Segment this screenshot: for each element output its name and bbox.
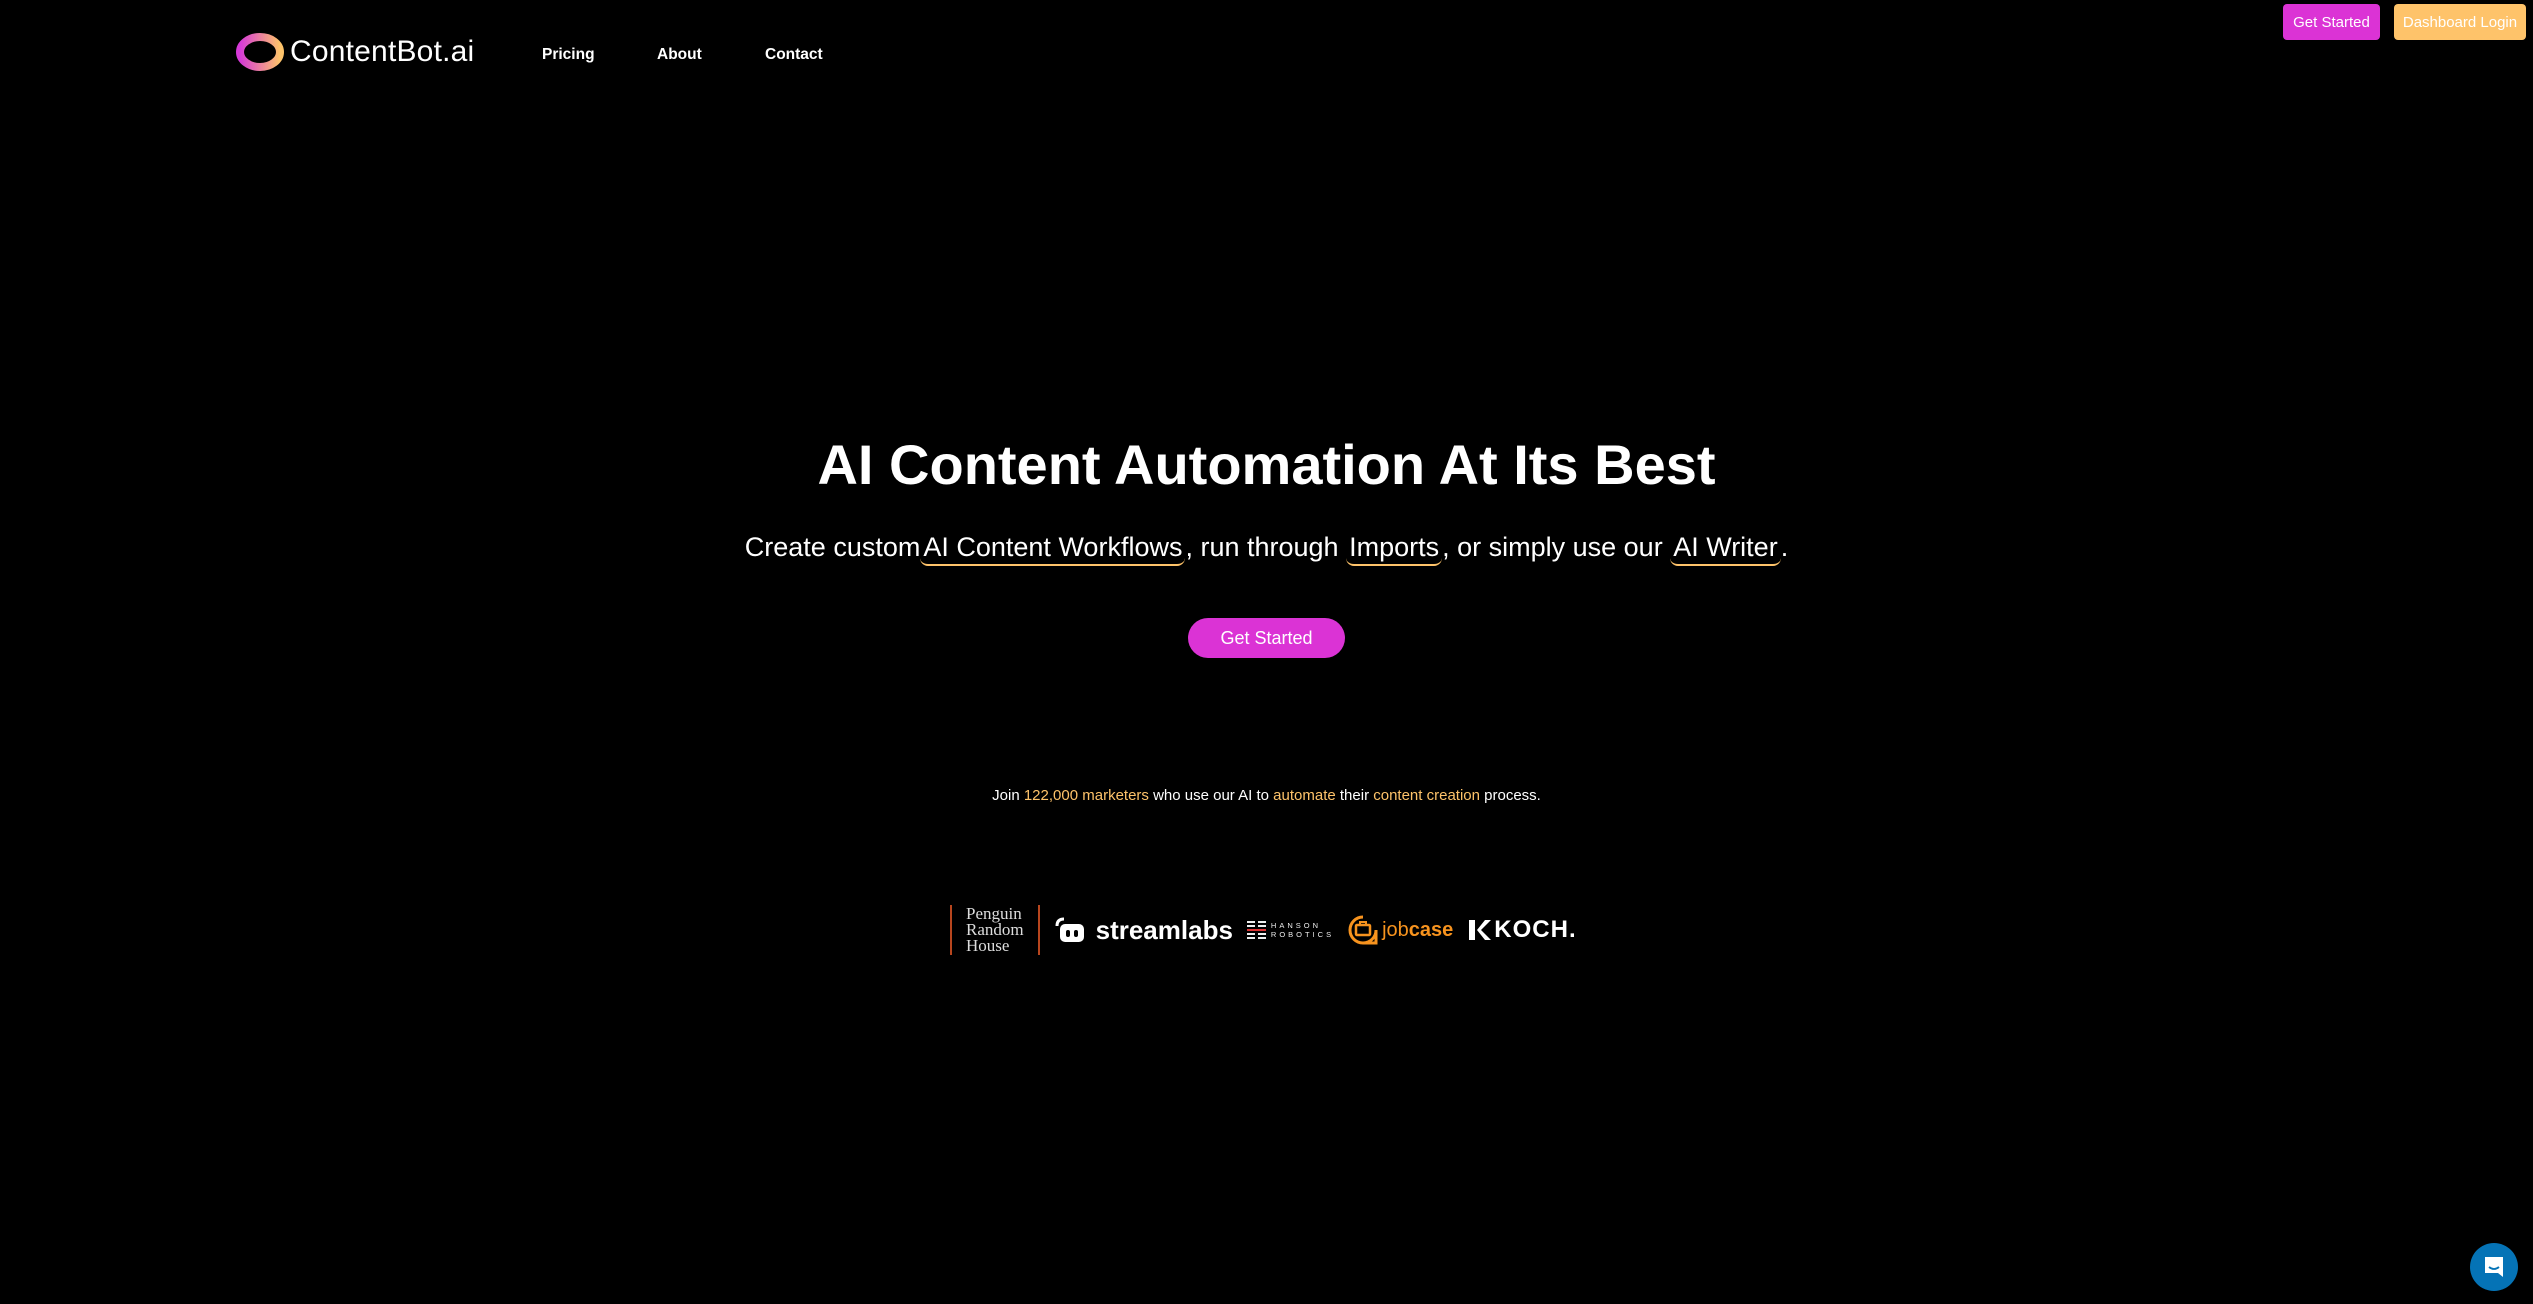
streamlabs-icon: [1055, 917, 1084, 942]
streamlabs-logo: streamlabs: [1054, 915, 1233, 946]
their-text: their: [1335, 787, 1374, 804]
chat-launcher-button[interactable]: [2470, 1243, 2518, 1291]
nav-contact[interactable]: Contact: [765, 46, 823, 64]
logo-line: HANSON: [1270, 921, 1322, 930]
content-creation-text: content creation: [1373, 787, 1480, 804]
top-nav: ContentBot.ai: [236, 30, 474, 74]
highlight-ai-content-workflows[interactable]: AI Content Workflows: [920, 530, 1186, 566]
subtitle-text: , run through: [1185, 532, 1347, 562]
logo-line: House: [966, 936, 1010, 955]
highlight-ai-writer[interactable]: AI Writer: [1670, 530, 1781, 566]
koch-logo: KOCH.: [1469, 916, 1576, 944]
hero-subtitle: Create custom AI Content Workflows, run t…: [0, 530, 2533, 566]
streamlabs-text: streamlabs: [1095, 914, 1233, 945]
subtitle-text: , or simply use our: [1442, 532, 1671, 562]
jobcase-briefcase-icon: [1348, 915, 1378, 945]
jobcase-text-case: case: [1408, 918, 1454, 941]
hero-get-started-button[interactable]: Get Started: [1188, 618, 1345, 658]
logo-text: ContentBot.ai: [290, 35, 475, 68]
hanson-robotics-logo: HANSON ROBOTICS: [1246, 921, 1335, 939]
nav-pricing[interactable]: Pricing: [542, 46, 595, 64]
nav-about[interactable]: About: [657, 46, 702, 64]
marketer-count: 122,000: [1023, 787, 1079, 804]
subtitle-text: Create custom: [744, 532, 921, 562]
client-logos: Penguin Random House streamlabs HANSON R…: [950, 903, 1577, 957]
logo[interactable]: ContentBot.ai: [236, 33, 474, 71]
hanson-bars-icon: [1246, 921, 1266, 939]
marketers-text: marketers: [1082, 787, 1149, 804]
penguin-random-house-logo: Penguin Random House: [950, 905, 1040, 955]
header-get-started-button[interactable]: Get Started: [2283, 4, 2380, 40]
end-text: process.: [1479, 787, 1541, 804]
koch-mark-icon: [1469, 920, 1492, 940]
highlight-imports[interactable]: Imports: [1346, 530, 1443, 566]
mid-text: who use our AI to: [1148, 787, 1274, 804]
jobcase-logo: job case: [1348, 915, 1453, 945]
koch-text: KOCH.: [1494, 916, 1577, 943]
dashboard-login-button[interactable]: Dashboard Login: [2394, 4, 2526, 40]
join-text: Join: [992, 787, 1024, 804]
subtitle-text: .: [1780, 532, 1789, 562]
automate-text: automate: [1273, 787, 1336, 804]
logo-line: ROBOTICS: [1270, 930, 1335, 939]
chat-icon: [2485, 1257, 2503, 1277]
social-proof-text: Join 122,000 marketers who use our AI to…: [0, 787, 2533, 804]
logo-ring-icon: [236, 33, 284, 71]
jobcase-text-job: job: [1382, 918, 1409, 941]
hero-title: AI Content Automation At Its Best: [817, 433, 1716, 496]
